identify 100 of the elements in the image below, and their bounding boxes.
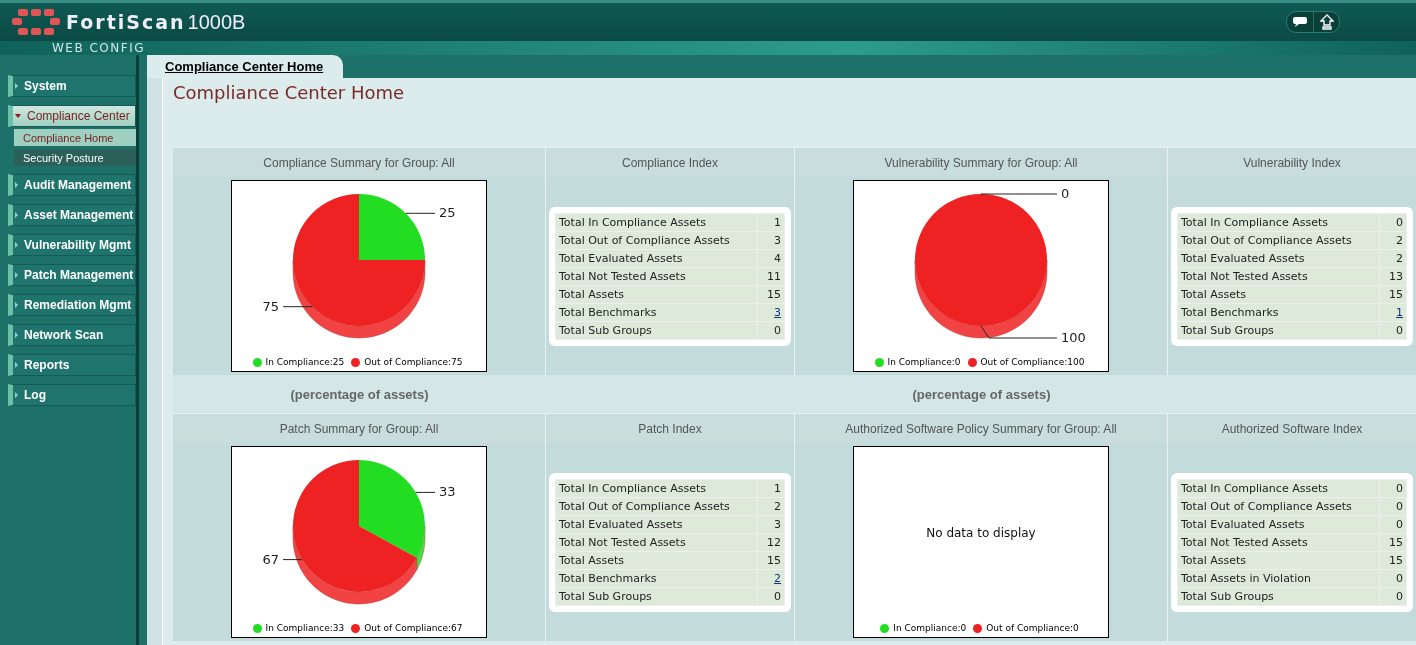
table-cell: Total Sub Groups xyxy=(1177,587,1380,605)
sidebar-item[interactable]: Network Scan xyxy=(8,324,136,346)
table-cell: Total Sub Groups xyxy=(555,587,758,605)
table-cell: 0 xyxy=(1379,479,1407,497)
table-cell: 12 xyxy=(757,533,785,551)
table-cell: Total Assets xyxy=(555,551,758,569)
table-cell: Total Out of Compliance Assets xyxy=(1177,231,1380,249)
table-cell: 2 xyxy=(1379,249,1407,267)
sidebar-item[interactable]: System xyxy=(8,75,136,97)
data-label: 33 xyxy=(439,484,456,500)
table-cell: 2 xyxy=(757,497,785,515)
table-cell: 0 xyxy=(1379,321,1407,339)
legend-label: In Compliance:25 xyxy=(265,357,345,367)
table-cell: Total Benchmarks xyxy=(1177,303,1380,321)
table-cell: Total Not Tested Assets xyxy=(1177,267,1380,285)
table-cell: 4 xyxy=(757,249,785,267)
column-header: Compliance Index xyxy=(546,147,795,177)
sidebar-item[interactable]: Remediation Mgmt xyxy=(8,294,136,316)
chart-caption: (percentage of assets) xyxy=(912,386,1051,402)
table-cell: 2 xyxy=(1379,231,1407,249)
legend-label: Out of Compliance:100 xyxy=(980,357,1085,367)
leader-line xyxy=(415,491,436,493)
table-cell: Total Not Tested Assets xyxy=(555,533,758,551)
table-cell: 13 xyxy=(1379,267,1407,285)
table-cell: Total In Compliance Assets xyxy=(1177,479,1380,497)
table-cell: Total Out of Compliance Assets xyxy=(1177,497,1380,515)
table-cell: 0 xyxy=(1379,569,1407,587)
table-cell: 0 xyxy=(1379,497,1407,515)
subtitle: WEB CONFIG xyxy=(52,41,146,55)
sidebar-item[interactable]: Compliance Center xyxy=(8,105,136,127)
sidebar-item[interactable]: Vulnerability Mgmt xyxy=(8,234,136,256)
sidebar-item[interactable]: Log xyxy=(8,384,136,406)
table-cell: 1 xyxy=(757,213,785,231)
table-cell: Total Sub Groups xyxy=(1177,321,1380,339)
column-header: Patch Summary for Group: All xyxy=(173,413,546,443)
legend-label: In Compliance:0 xyxy=(893,623,967,633)
table-cell: Total Evaluated Assets xyxy=(1177,249,1380,267)
chart-caption: (percentage of assets) xyxy=(290,386,429,402)
data-label: 0 xyxy=(1061,186,1070,201)
data-label: 75 xyxy=(262,298,279,314)
table-cell: 0 xyxy=(1379,587,1407,605)
table-cell: Total Not Tested Assets xyxy=(1177,533,1380,551)
count-link[interactable]: 1 xyxy=(1396,305,1403,319)
sidebar-subitem[interactable]: Security Posture xyxy=(14,149,136,166)
table-cell: Total In Compliance Assets xyxy=(1177,213,1380,231)
count-link[interactable]: 3 xyxy=(774,305,781,319)
table-cell: 15 xyxy=(757,285,785,303)
sidebar-item[interactable]: Patch Management xyxy=(8,264,136,286)
column-header: Compliance Summary for Group: All xyxy=(173,147,546,177)
column-header: Patch Index xyxy=(546,413,795,443)
table-cell: Total Evaluated Assets xyxy=(1177,515,1380,533)
table-cell: Total Assets xyxy=(1177,551,1380,569)
legend-label: Out of Compliance:67 xyxy=(364,623,463,633)
table-cell: Total Out of Compliance Assets xyxy=(555,497,758,515)
table-cell: 1 xyxy=(757,479,785,497)
page-title: Compliance Center Home xyxy=(173,82,406,105)
sidebar-item[interactable]: Reports xyxy=(8,354,136,376)
table-cell: Total Benchmarks xyxy=(555,569,758,587)
sidebar-subitem[interactable]: Compliance Home xyxy=(14,129,136,146)
table-cell: Total In Compliance Assets xyxy=(555,479,758,497)
logo-icon xyxy=(12,9,60,35)
table-cell: 15 xyxy=(1379,285,1407,303)
leader-line xyxy=(405,212,436,214)
table-cell: 11 xyxy=(757,267,785,285)
data-label: 67 xyxy=(262,551,279,567)
data-label: 100 xyxy=(1061,330,1086,345)
leader-line xyxy=(282,559,303,561)
table-cell: 3 xyxy=(757,231,785,249)
table-cell: 0 xyxy=(1379,515,1407,533)
table-cell: 15 xyxy=(757,551,785,569)
table-cell: Total Assets xyxy=(1177,285,1380,303)
legend-label: In Compliance:0 xyxy=(887,357,961,367)
product-name: FortiScan xyxy=(66,11,186,33)
column-header: Authorized Software Policy Summary for Group: All xyxy=(795,413,1168,443)
legend-label: Out of Compliance:0 xyxy=(986,623,1079,633)
table-cell: Total In Compliance Assets xyxy=(555,213,758,231)
table-cell: Total Benchmarks xyxy=(555,303,758,321)
count-link[interactable]: 2 xyxy=(774,571,781,585)
tab[interactable]: Compliance Center Home xyxy=(147,55,344,78)
data-label: 25 xyxy=(439,205,456,221)
column-header: Vulnerability Index xyxy=(1168,147,1416,177)
table-cell: 0 xyxy=(757,587,785,605)
table-cell: Total Evaluated Assets xyxy=(555,515,758,533)
table-cell: 0 xyxy=(1379,213,1407,231)
empty-message: No data to display xyxy=(926,526,1036,540)
table-cell: 15 xyxy=(1379,533,1407,551)
legend-label: Out of Compliance:75 xyxy=(364,357,463,367)
sidebar-item[interactable]: Asset Management xyxy=(8,204,136,226)
model-number: 1000B xyxy=(187,10,246,34)
table-cell: 3 xyxy=(757,515,785,533)
column-header: Authorized Software Index xyxy=(1168,413,1416,443)
sidebar-item[interactable]: Audit Management xyxy=(8,174,136,196)
leader-line xyxy=(282,306,313,308)
table-cell: 0 xyxy=(757,321,785,339)
table-cell: Total Assets xyxy=(555,285,758,303)
table-cell: Total Not Tested Assets xyxy=(555,267,758,285)
column-header: Vulnerability Summary for Group: All xyxy=(795,147,1168,177)
table-cell: Total Evaluated Assets xyxy=(555,249,758,267)
table-cell: Total Sub Groups xyxy=(555,321,758,339)
table-cell: 15 xyxy=(1379,551,1407,569)
